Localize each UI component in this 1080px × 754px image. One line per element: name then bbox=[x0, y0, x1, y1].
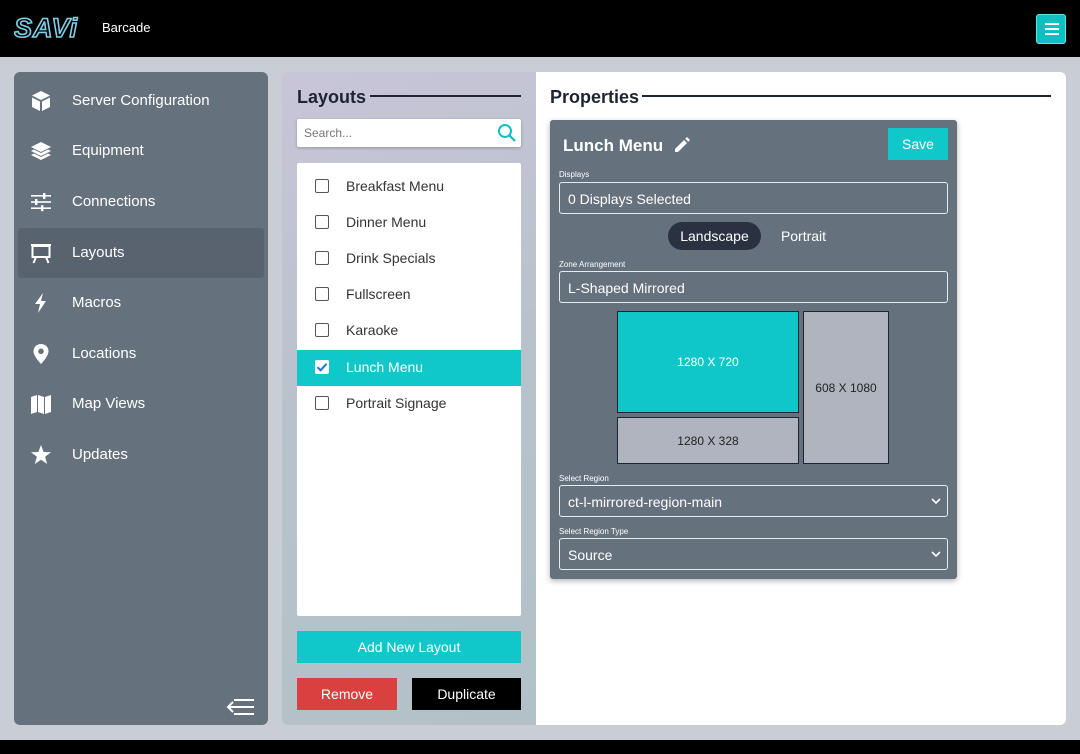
search-input[interactable] bbox=[297, 119, 494, 147]
bolt-icon bbox=[35, 293, 46, 313]
cube-icon bbox=[32, 91, 50, 111]
sidebar-item-label: Updates bbox=[72, 446, 128, 463]
zone-arrangement-value: L-Shaped Mirrored bbox=[568, 280, 685, 296]
properties-panel: Properties Lunch Menu Save Displays 0 Di… bbox=[536, 72, 1066, 725]
title-divider bbox=[642, 95, 1051, 97]
list-item[interactable]: Portrait Signage bbox=[297, 386, 521, 422]
layouts-panel: Layouts Breakfast Menu Dinner Menu Drink… bbox=[282, 72, 536, 725]
zone-bottom-label: 1280 X 328 bbox=[677, 433, 739, 448]
search-box bbox=[297, 119, 521, 147]
sidebar-item-label: Locations bbox=[72, 345, 137, 362]
pencil-icon[interactable] bbox=[673, 136, 691, 154]
list-item[interactable]: Karaoke bbox=[297, 313, 521, 349]
hamburger-menu-button[interactable] bbox=[1036, 14, 1066, 44]
zone-arrangement-field[interactable]: L-Shaped Mirrored bbox=[559, 271, 948, 303]
select-region-type-label: Select Region Type bbox=[559, 527, 629, 536]
layouts-list: Breakfast Menu Dinner Menu Drink Special… bbox=[297, 163, 521, 616]
sidebar-item-equipment[interactable]: Equipment bbox=[18, 126, 264, 176]
sidebar-item-server-configuration[interactable]: Server Configuration bbox=[18, 76, 264, 126]
list-item-label: Karaoke bbox=[346, 322, 399, 338]
sidebar-item-label: Layouts bbox=[72, 244, 125, 261]
list-item[interactable]: Fullscreen bbox=[297, 277, 521, 313]
zone-side[interactable]: 608 X 1080 bbox=[803, 311, 889, 464]
select-region-type-dropdown[interactable]: Source bbox=[559, 538, 948, 570]
sidebar-item-label: Macros bbox=[72, 294, 122, 311]
select-region-dropdown[interactable]: ct-l-mirrored-region-main bbox=[559, 485, 948, 517]
savi-logo: SAVi bbox=[14, 14, 78, 42]
portrait-toggle[interactable]: Portrait bbox=[766, 222, 841, 250]
displays-value: 0 Displays Selected bbox=[568, 191, 691, 207]
list-item-label: Drink Specials bbox=[346, 250, 436, 266]
displays-field[interactable]: 0 Displays Selected bbox=[559, 182, 948, 214]
select-region-label: Select Region bbox=[559, 474, 609, 483]
sidebar-item-layouts[interactable]: Layouts bbox=[18, 228, 264, 278]
chevron-down-icon bbox=[931, 498, 941, 505]
sidebar-item-map-views[interactable]: Map Views bbox=[18, 379, 264, 429]
sidebar-item-locations[interactable]: Locations bbox=[18, 329, 264, 379]
list-item[interactable]: Drink Specials bbox=[297, 241, 521, 277]
select-region-type-value: Source bbox=[568, 547, 613, 563]
checkbox[interactable] bbox=[315, 396, 329, 410]
chevron-down-icon bbox=[931, 551, 941, 558]
svg-text:SAVi: SAVi bbox=[14, 14, 78, 42]
properties-title: Properties bbox=[550, 87, 640, 107]
sidebar-item-macros[interactable]: Macros bbox=[18, 278, 264, 328]
easel-icon bbox=[31, 244, 51, 264]
select-region-value: ct-l-mirrored-region-main bbox=[568, 494, 723, 510]
sidebar: Server Configuration Equipment Connectio… bbox=[14, 72, 268, 725]
hamburger-menu-icon bbox=[1045, 23, 1059, 25]
sidebar-item-updates[interactable]: Updates bbox=[18, 430, 264, 480]
search-icon[interactable] bbox=[497, 123, 517, 143]
layers-icon bbox=[31, 142, 51, 160]
list-item-label: Portrait Signage bbox=[346, 395, 447, 411]
list-item-label: Dinner Menu bbox=[346, 214, 427, 230]
map-icon bbox=[31, 395, 51, 414]
zone-arrangement-label: Zone Arrangement bbox=[559, 260, 626, 269]
save-button[interactable]: Save bbox=[888, 128, 948, 160]
list-item[interactable]: Dinner Menu bbox=[297, 205, 521, 241]
sliders-icon bbox=[31, 193, 51, 212]
list-item-label: Fullscreen bbox=[346, 286, 411, 302]
checkbox[interactable] bbox=[315, 323, 329, 337]
sidebar-item-label: Server Configuration bbox=[72, 92, 210, 109]
zone-side-label: 608 X 1080 bbox=[815, 380, 877, 395]
add-new-layout-button[interactable]: Add New Layout bbox=[297, 631, 521, 663]
zone-main-label: 1280 X 720 bbox=[677, 355, 739, 369]
sidebar-item-label: Connections bbox=[72, 193, 156, 210]
list-item-label: Lunch Menu bbox=[346, 359, 424, 375]
list-item-label: Breakfast Menu bbox=[346, 178, 445, 194]
duplicate-button[interactable]: Duplicate bbox=[412, 678, 521, 710]
list-item[interactable]: Breakfast Menu bbox=[297, 169, 521, 205]
checkbox[interactable] bbox=[315, 287, 329, 301]
checkbox[interactable] bbox=[315, 179, 329, 193]
sidebar-item-label: Equipment bbox=[72, 142, 144, 159]
map-pin-icon bbox=[33, 344, 49, 364]
displays-label: Displays bbox=[559, 170, 590, 179]
title-divider bbox=[370, 95, 521, 97]
sidebar-item-label: Map Views bbox=[72, 395, 146, 412]
star-icon bbox=[31, 445, 51, 464]
list-item-selected[interactable]: Lunch Menu bbox=[297, 350, 521, 386]
top-bar: SAVi Barcade bbox=[0, 0, 1080, 57]
site-name: Barcade bbox=[102, 20, 151, 35]
bottom-bar bbox=[0, 740, 1080, 754]
collapse-sidebar-icon[interactable] bbox=[226, 697, 256, 717]
zone-bottom[interactable]: 1280 X 328 bbox=[617, 417, 799, 464]
layout-name: Lunch Menu bbox=[563, 136, 664, 155]
remove-button[interactable]: Remove bbox=[297, 678, 397, 710]
checkbox[interactable] bbox=[315, 215, 329, 229]
landscape-toggle[interactable]: Landscape bbox=[668, 222, 761, 250]
checkbox-checked[interactable] bbox=[315, 360, 329, 374]
zone-main[interactable]: 1280 X 720 bbox=[617, 311, 799, 413]
layouts-title: Layouts bbox=[297, 87, 367, 107]
sidebar-item-connections[interactable]: Connections bbox=[18, 177, 264, 227]
checkbox[interactable] bbox=[315, 251, 329, 265]
layout-properties-card: Lunch Menu Save Displays 0 Displays Sele… bbox=[550, 120, 957, 579]
